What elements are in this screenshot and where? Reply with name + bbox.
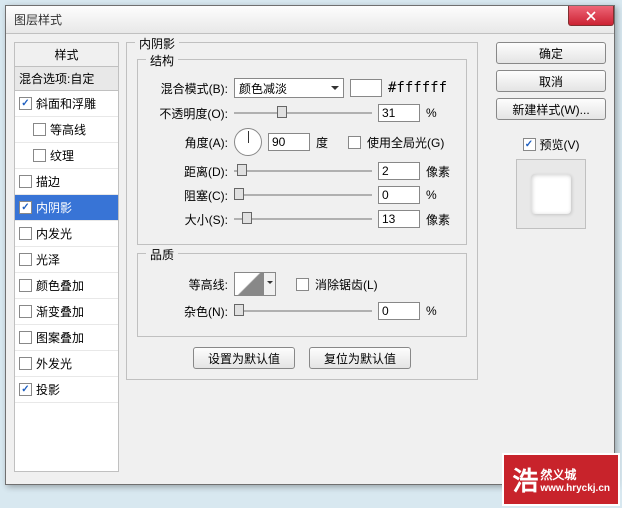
- color-swatch[interactable]: [350, 79, 382, 97]
- antialias-checkbox[interactable]: [296, 278, 309, 291]
- cancel-button[interactable]: 取消: [496, 70, 606, 92]
- distance-unit: 像素: [426, 163, 456, 180]
- style-item-3[interactable]: 描边: [15, 169, 118, 195]
- styles-subheader[interactable]: 混合选项:自定: [15, 67, 118, 91]
- style-item-7[interactable]: 颜色叠加: [15, 273, 118, 299]
- main-panel: 内阴影 结构 混合模式(B): 颜色减淡 #ffffff 不透明度(O): %: [126, 42, 478, 386]
- structure-legend: 结构: [146, 52, 178, 69]
- quality-legend: 品质: [146, 246, 178, 263]
- choke-label: 阻塞(C):: [148, 187, 228, 204]
- noise-slider[interactable]: [234, 302, 372, 320]
- style-item-9[interactable]: 图案叠加: [15, 325, 118, 351]
- style-checkbox[interactable]: [33, 149, 46, 162]
- angle-label: 角度(A):: [148, 134, 228, 151]
- ok-button[interactable]: 确定: [496, 42, 606, 64]
- antialias-label: 消除锯齿(L): [315, 276, 378, 293]
- contour-label: 等高线:: [148, 276, 228, 293]
- style-label: 渐变叠加: [36, 303, 84, 320]
- make-default-button[interactable]: 设置为默认值: [193, 347, 295, 369]
- size-label: 大小(S):: [148, 211, 228, 228]
- preview-thumbnail: [516, 159, 586, 229]
- opacity-input[interactable]: [378, 104, 420, 122]
- style-item-6[interactable]: 光泽: [15, 247, 118, 273]
- noise-label: 杂色(N):: [148, 303, 228, 320]
- style-checkbox[interactable]: [19, 331, 32, 344]
- opacity-slider[interactable]: [234, 104, 372, 122]
- noise-unit: %: [426, 304, 456, 318]
- style-label: 描边: [36, 173, 60, 190]
- angle-dial[interactable]: [234, 128, 262, 156]
- opacity-unit: %: [426, 106, 456, 120]
- preview-label: 预览(V): [540, 136, 580, 153]
- style-item-11[interactable]: 投影: [15, 377, 118, 403]
- style-checkbox[interactable]: [19, 383, 32, 396]
- close-icon: [586, 11, 596, 21]
- style-checkbox[interactable]: [19, 279, 32, 292]
- style-label: 内发光: [36, 225, 72, 242]
- style-item-8[interactable]: 渐变叠加: [15, 299, 118, 325]
- preview-area: 预览(V): [496, 136, 606, 229]
- style-checkbox[interactable]: [19, 227, 32, 240]
- choke-input[interactable]: [378, 186, 420, 204]
- style-checkbox[interactable]: [19, 175, 32, 188]
- style-label: 斜面和浮雕: [36, 95, 96, 112]
- quality-fieldset: 品质 等高线: 消除锯齿(L) 杂色(N):: [137, 253, 467, 337]
- color-hex: #ffffff: [388, 80, 447, 96]
- reset-default-button[interactable]: 复位为默认值: [309, 347, 411, 369]
- style-item-5[interactable]: 内发光: [15, 221, 118, 247]
- style-checkbox[interactable]: [19, 253, 32, 266]
- titlebar: 图层样式: [6, 6, 614, 34]
- layer-style-dialog: 图层样式 样式 混合选项:自定 斜面和浮雕等高线纹理描边内阴影内发光光泽颜色叠加…: [5, 5, 615, 485]
- style-item-4[interactable]: 内阴影: [15, 195, 118, 221]
- choke-unit: %: [426, 188, 456, 202]
- new-style-button[interactable]: 新建样式(W)...: [496, 98, 606, 120]
- right-panel: 确定 取消 新建样式(W)... 预览(V): [496, 42, 606, 229]
- choke-slider[interactable]: [234, 186, 372, 204]
- panel-title: 内阴影: [135, 35, 179, 52]
- style-item-0[interactable]: 斜面和浮雕: [15, 91, 118, 117]
- global-light-checkbox[interactable]: [348, 136, 361, 149]
- opacity-label: 不透明度(O):: [148, 105, 228, 122]
- distance-input[interactable]: [378, 162, 420, 180]
- dialog-title: 图层样式: [14, 11, 62, 28]
- contour-dropdown[interactable]: [264, 272, 276, 296]
- structure-fieldset: 结构 混合模式(B): 颜色减淡 #ffffff 不透明度(O): %: [137, 59, 467, 245]
- size-unit: 像素: [426, 211, 456, 228]
- style-checkbox[interactable]: [19, 305, 32, 318]
- style-label: 纹理: [50, 147, 74, 164]
- inner-shadow-fieldset: 内阴影 结构 混合模式(B): 颜色减淡 #ffffff 不透明度(O): %: [126, 42, 478, 380]
- noise-input[interactable]: [378, 302, 420, 320]
- angle-unit: 度: [316, 134, 328, 151]
- style-item-10[interactable]: 外发光: [15, 351, 118, 377]
- styles-list: 样式 混合选项:自定 斜面和浮雕等高线纹理描边内阴影内发光光泽颜色叠加渐变叠加图…: [14, 42, 119, 472]
- style-checkbox[interactable]: [19, 201, 32, 214]
- style-item-1[interactable]: 等高线: [15, 117, 118, 143]
- blend-mode-label: 混合模式(B):: [148, 80, 228, 97]
- dialog-body: 样式 混合选项:自定 斜面和浮雕等高线纹理描边内阴影内发光光泽颜色叠加渐变叠加图…: [6, 34, 614, 484]
- style-item-2[interactable]: 纹理: [15, 143, 118, 169]
- style-label: 等高线: [50, 121, 86, 138]
- distance-slider[interactable]: [234, 162, 372, 180]
- style-checkbox[interactable]: [19, 357, 32, 370]
- blend-mode-select[interactable]: 颜色减淡: [234, 78, 344, 98]
- close-button[interactable]: [568, 6, 614, 26]
- style-label: 图案叠加: [36, 329, 84, 346]
- size-input[interactable]: [378, 210, 420, 228]
- style-checkbox[interactable]: [19, 97, 32, 110]
- style-label: 光泽: [36, 251, 60, 268]
- style-label: 内阴影: [36, 199, 72, 216]
- global-light-label: 使用全局光(G): [367, 134, 444, 151]
- preview-checkbox[interactable]: [523, 138, 536, 151]
- style-label: 外发光: [36, 355, 72, 372]
- contour-picker[interactable]: [234, 272, 264, 296]
- distance-label: 距离(D):: [148, 163, 228, 180]
- style-label: 投影: [36, 381, 60, 398]
- style-label: 颜色叠加: [36, 277, 84, 294]
- size-slider[interactable]: [234, 210, 372, 228]
- style-checkbox[interactable]: [33, 123, 46, 136]
- angle-input[interactable]: [268, 133, 310, 151]
- styles-header[interactable]: 样式: [15, 43, 118, 67]
- preview-inner: [531, 174, 571, 214]
- watermark: 浩 然义城 www.hryckj.cn: [502, 453, 620, 506]
